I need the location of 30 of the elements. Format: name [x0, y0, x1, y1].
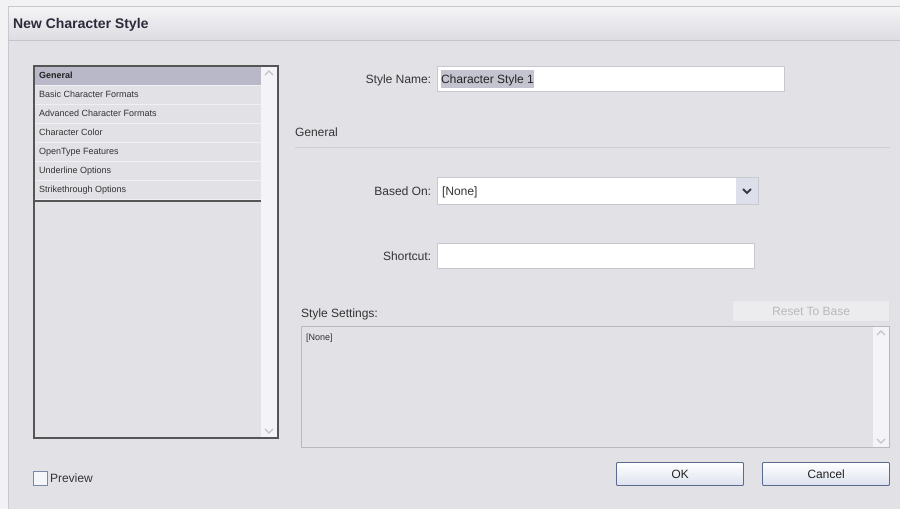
style-settings-label: Style Settings:	[300, 305, 378, 322]
style-name-label: Style Name:	[364, 71, 432, 88]
scroll-down-icon[interactable]	[876, 437, 886, 445]
preview-checkbox[interactable]	[33, 470, 48, 486]
section-title: General	[295, 123, 890, 148]
dialog-button[interactable]: OK	[616, 462, 744, 486]
scroll-up-icon[interactable]	[264, 69, 274, 77]
scroll-down-icon[interactable]	[264, 427, 274, 435]
scrollbar[interactable]	[873, 327, 889, 447]
category-item[interactable]: Character Color	[35, 124, 261, 143]
based-on-label: Based On:	[373, 183, 432, 200]
category-item[interactable]: General	[35, 67, 261, 86]
based-on-dropdown[interactable]: [None]	[437, 177, 759, 205]
style-settings-text: [None]	[305, 331, 334, 344]
style-name-value: Character Style 1	[441, 70, 534, 88]
style-name-field[interactable]: Character Style 1	[437, 66, 785, 92]
category-item[interactable]: OpenType Features	[35, 143, 261, 162]
based-on-value: [None]	[441, 183, 478, 200]
category-item[interactable]: Advanced Character Formats	[35, 105, 261, 124]
dropdown-caret-icon[interactable]	[736, 178, 758, 204]
category-item[interactable]: Strikethrough Options	[35, 181, 261, 200]
preview-label: Preview	[50, 470, 93, 487]
scroll-up-icon[interactable]	[876, 329, 886, 337]
shortcut-field[interactable]	[437, 243, 755, 269]
shortcut-label: Shortcut:	[382, 248, 432, 265]
scrollbar[interactable]	[261, 67, 277, 437]
window-title: New Character Style	[13, 14, 148, 33]
category-item[interactable]: Basic Character Formats	[35, 86, 261, 105]
dialog-button[interactable]: Cancel	[762, 462, 890, 486]
category-item[interactable]: Underline Options	[35, 162, 261, 181]
